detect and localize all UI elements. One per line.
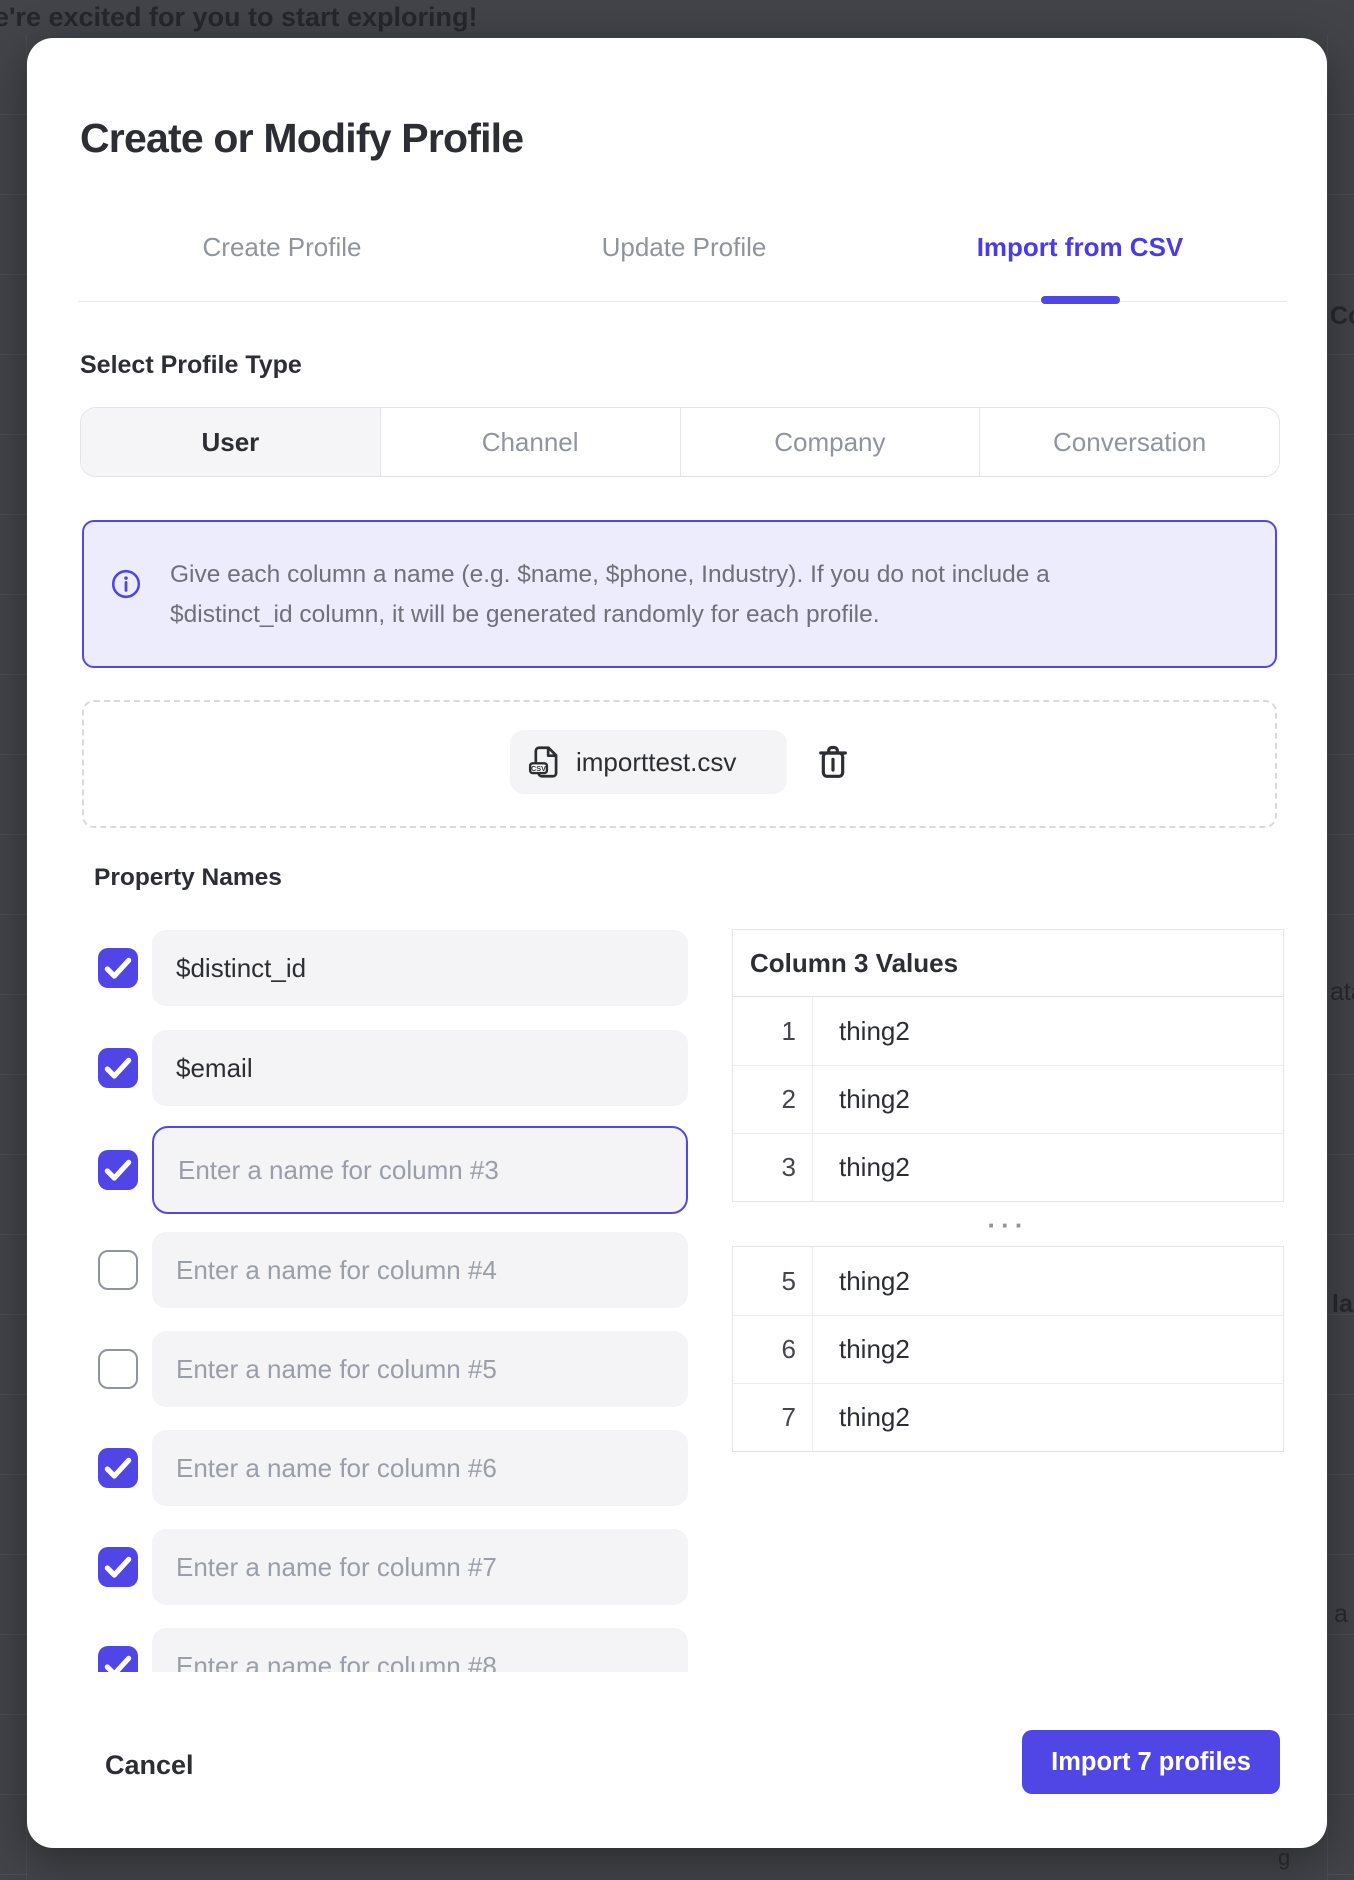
column-2-name-input[interactable] (152, 1030, 688, 1106)
property-row-2 (86, 1030, 698, 1106)
property-row-8 (86, 1628, 698, 1672)
info-banner-text: Give each column a name (e.g. $name, $ph… (170, 555, 1250, 635)
uploaded-file-chip: CSV importtest.csv (510, 730, 787, 794)
row-value: thing2 (813, 1247, 1283, 1315)
column-6-checkbox[interactable] (98, 1448, 138, 1488)
row-index: 2 (733, 1066, 813, 1133)
table-row: 6 thing2 (733, 1315, 1283, 1383)
uploaded-file-name: importtest.csv (576, 747, 736, 778)
column-1-checkbox[interactable] (98, 948, 138, 988)
column-values-top-block: 1 thing2 2 thing2 3 thing2 (732, 996, 1284, 1202)
cancel-button[interactable]: Cancel (105, 1750, 194, 1781)
column-2-checkbox[interactable] (98, 1048, 138, 1088)
row-value: thing2 (813, 1316, 1283, 1383)
property-row-1 (86, 930, 698, 1006)
row-value: thing2 (813, 1384, 1283, 1451)
tab-update-profile[interactable]: Update Profile (554, 230, 814, 264)
check-icon (98, 1048, 138, 1088)
row-value: thing2 (813, 1134, 1283, 1201)
column-4-name-input[interactable] (152, 1232, 688, 1308)
table-row: 3 thing2 (733, 1133, 1283, 1201)
background-banner-text: e're excited for you to start exploring! (0, 2, 478, 33)
info-icon (110, 568, 142, 600)
row-index: 6 (733, 1316, 813, 1383)
property-rows-list (86, 920, 698, 1672)
tab-import-from-csv[interactable]: Import from CSV (945, 230, 1215, 264)
profile-type-company[interactable]: Company (680, 408, 980, 476)
table-row: 5 thing2 (733, 1247, 1283, 1315)
table-row: 2 thing2 (733, 1065, 1283, 1133)
info-banner: Give each column a name (e.g. $name, $ph… (82, 520, 1277, 668)
info-line-1: Give each column a name (e.g. $name, $ph… (170, 555, 1250, 595)
row-value: thing2 (813, 1066, 1283, 1133)
property-row-5 (86, 1331, 698, 1407)
info-line-2: $distinct_id column, it will be generate… (170, 595, 1250, 635)
column-7-checkbox[interactable] (98, 1547, 138, 1587)
profile-type-conversation[interactable]: Conversation (979, 408, 1279, 476)
csv-dropzone[interactable]: CSV importtest.csv (82, 700, 1277, 828)
column-3-name-input[interactable] (154, 1128, 686, 1212)
check-icon (98, 1448, 138, 1488)
row-index: 1 (733, 997, 813, 1065)
check-icon (98, 948, 138, 988)
table-row: 1 thing2 (733, 997, 1283, 1065)
column-8-checkbox[interactable] (98, 1646, 138, 1672)
property-row-4 (86, 1232, 698, 1308)
trash-icon (813, 742, 853, 782)
import-profiles-button[interactable]: Import 7 profiles (1022, 1730, 1280, 1794)
select-profile-type-label: Select Profile Type (80, 351, 302, 380)
row-index: 7 (733, 1384, 813, 1451)
row-value: thing2 (813, 997, 1283, 1065)
column-3-checkbox[interactable] (98, 1150, 138, 1190)
column-7-name-input[interactable] (152, 1529, 688, 1605)
property-row-6 (86, 1430, 698, 1506)
active-tab-indicator (1041, 296, 1120, 304)
screen: e're excited for you to start exploring!… (0, 0, 1354, 1880)
background-text-fragment: Col (1330, 302, 1354, 331)
remove-file-button[interactable] (812, 742, 854, 784)
csv-file-icon: CSV (526, 743, 564, 781)
check-icon (98, 1150, 138, 1190)
column-6-name-input[interactable] (152, 1430, 688, 1506)
profile-type-segmented-control: User Channel Company Conversation (80, 407, 1280, 477)
column-5-checkbox[interactable] (98, 1349, 138, 1389)
column-4-checkbox[interactable] (98, 1250, 138, 1290)
background-text-fragment: ata (1330, 978, 1354, 1007)
background-table-left (0, 35, 27, 1880)
column-values-header: Column 3 Values (732, 929, 1284, 997)
create-or-modify-profile-modal: Create or Modify Profile Create Profile … (27, 38, 1327, 1848)
check-icon (98, 1646, 138, 1672)
row-index: 5 (733, 1247, 813, 1315)
page-title: Create or Modify Profile (80, 115, 523, 162)
column-8-name-input[interactable] (152, 1628, 688, 1672)
background-text-fragment: lal (1332, 1290, 1354, 1319)
tab-create-profile[interactable]: Create Profile (157, 230, 407, 264)
check-icon (98, 1547, 138, 1587)
column-values-table-bottom: 5 thing2 6 thing2 7 thing2 (732, 1246, 1284, 1452)
column-values-bottom-block: 5 thing2 6 thing2 7 thing2 (732, 1246, 1284, 1452)
svg-text:CSV: CSV (531, 764, 546, 773)
background-text-fragment: g (1278, 1845, 1290, 1871)
column-1-name-input[interactable] (152, 930, 688, 1006)
table-row: 7 thing2 (733, 1383, 1283, 1451)
row-index: 3 (733, 1134, 813, 1201)
property-names-label: Property Names (94, 864, 282, 892)
background-text-fragment: a (1334, 1600, 1348, 1629)
property-row-3 (86, 1126, 698, 1214)
profile-type-channel[interactable]: Channel (380, 408, 680, 476)
profile-type-user[interactable]: User (81, 408, 380, 476)
column-values-table: Column 3 Values 1 thing2 2 thing2 3 thin… (732, 929, 1284, 1202)
column-5-name-input[interactable] (152, 1331, 688, 1407)
property-row-7 (86, 1529, 698, 1605)
rows-ellipsis: ··· (732, 1210, 1284, 1241)
